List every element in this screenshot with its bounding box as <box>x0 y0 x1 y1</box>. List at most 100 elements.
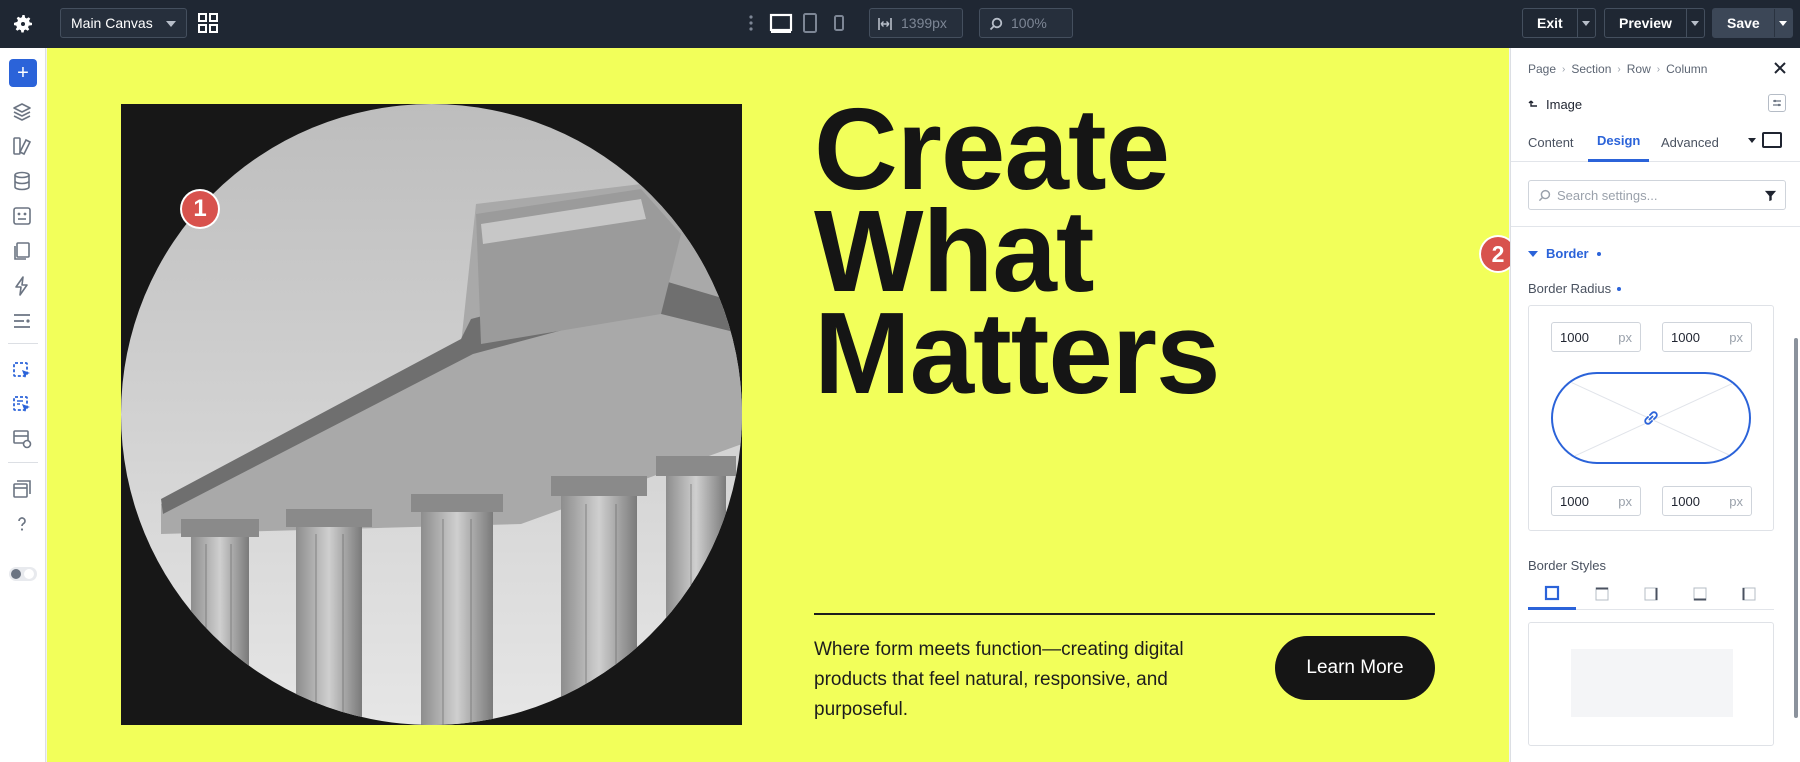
moon-icon <box>24 569 34 579</box>
modified-indicator <box>1596 251 1601 256</box>
chevron-down-icon <box>1691 20 1700 26</box>
help-icon[interactable] <box>11 513 33 535</box>
settings-panel: Page › Section › Row › Column Image Cont… <box>1510 48 1800 762</box>
module-options-icon[interactable] <box>1768 94 1786 112</box>
list-settings-icon[interactable] <box>11 310 33 332</box>
save-menu-toggle[interactable] <box>1773 9 1792 37</box>
link-icon[interactable] <box>1641 408 1661 428</box>
radius-unit: px <box>1729 493 1743 509</box>
gear-icon[interactable] <box>11 12 35 36</box>
database-icon[interactable] <box>11 170 33 192</box>
chevron-down-icon <box>1528 250 1538 257</box>
filter-icon[interactable] <box>1764 189 1777 202</box>
desktop-icon[interactable] <box>769 12 793 34</box>
more-options-icon[interactable] <box>747 12 755 34</box>
theme-toggle[interactable] <box>9 567 37 581</box>
lightning-icon[interactable] <box>11 275 33 297</box>
hero-heading[interactable]: Create What Matters <box>814 84 1434 418</box>
border-radius-label-text: Border Radius <box>1528 281 1612 296</box>
multi-select-icon[interactable] <box>11 394 33 416</box>
border-styles-label: Border Styles <box>1528 558 1607 573</box>
tab-advanced[interactable]: Advanced <box>1661 122 1719 162</box>
border-left-tab[interactable] <box>1725 578 1773 610</box>
border-left-icon <box>1742 587 1756 601</box>
tab-content[interactable]: Content <box>1528 122 1574 162</box>
border-right-icon <box>1644 587 1658 601</box>
border-all-tab[interactable] <box>1528 578 1576 610</box>
design-library-icon[interactable] <box>11 135 33 157</box>
top-toolbar: Main Canvas 1399px 100% Exit Preview Sav… <box>0 0 1800 48</box>
border-section-title: Border <box>1546 246 1589 261</box>
zoom-input[interactable]: 100% <box>979 8 1073 38</box>
search-icon <box>1538 189 1551 202</box>
exit-menu-toggle[interactable] <box>1576 9 1595 37</box>
border-section-toggle[interactable]: Border <box>1528 246 1601 261</box>
portability-icon[interactable] <box>11 478 33 500</box>
radius-bottom-right-input[interactable]: 1000 px <box>1662 486 1752 516</box>
chevron-down-icon[interactable] <box>1748 138 1756 143</box>
section-divider <box>1511 226 1800 227</box>
modified-indicator <box>1617 286 1622 291</box>
learn-more-button[interactable]: Learn More <box>1275 636 1435 700</box>
layers-icon[interactable] <box>11 101 33 123</box>
breadcrumb-item[interactable]: Page <box>1528 62 1556 76</box>
radius-unit: px <box>1618 493 1632 509</box>
sun-icon <box>11 569 21 579</box>
hero-heading-line: Create <box>814 84 1170 214</box>
width-arrows-icon <box>878 18 892 30</box>
sliders-icon <box>1773 99 1781 107</box>
radius-bottom-left-input[interactable]: 1000 px <box>1551 486 1641 516</box>
border-top-tab[interactable] <box>1578 578 1626 610</box>
radius-top-right-input[interactable]: 1000 px <box>1662 322 1752 352</box>
panel-scrollbar[interactable] <box>1794 338 1798 718</box>
panel-tabs: Content Design Advanced <box>1511 122 1800 162</box>
chevron-right-icon: › <box>1656 63 1661 75</box>
canvas-select[interactable]: Main Canvas <box>60 8 187 38</box>
border-styles-tabs <box>1528 578 1774 610</box>
close-icon[interactable] <box>1772 60 1788 76</box>
desktop-view-icon[interactable] <box>1762 132 1782 148</box>
sidebar-divider <box>8 343 38 344</box>
exit-button[interactable]: Exit <box>1522 8 1596 38</box>
search-icon <box>989 17 1003 31</box>
back-arrow-icon[interactable] <box>1528 100 1538 110</box>
breadcrumb-item[interactable]: Column <box>1666 62 1707 76</box>
search-settings-input[interactable]: Search settings... <box>1528 180 1786 210</box>
radius-top-left-input[interactable]: 1000 px <box>1551 322 1641 352</box>
theme-customizer-icon[interactable] <box>11 205 33 227</box>
radius-unit: px <box>1618 329 1632 345</box>
border-bottom-icon <box>1693 587 1707 601</box>
radius-unit: px <box>1729 329 1743 345</box>
add-element-button[interactable]: + <box>9 59 37 87</box>
chevron-down-icon <box>1582 20 1591 26</box>
grid-icon[interactable] <box>197 12 219 34</box>
border-top-icon <box>1595 587 1609 601</box>
chevron-right-icon: › <box>1562 63 1566 75</box>
tab-design[interactable]: Design <box>1588 122 1650 162</box>
breadcrumb-item[interactable]: Section <box>1571 62 1611 76</box>
select-element-icon[interactable] <box>11 360 33 382</box>
border-all-icon <box>1544 585 1560 600</box>
border-radius-control: 1000 px 1000 px 1000 px 1000 px <box>1528 305 1774 531</box>
breadcrumb: Page › Section › Row › Column <box>1528 62 1707 76</box>
pages-icon[interactable] <box>11 240 33 262</box>
radius-value: 1000 <box>1671 493 1700 509</box>
preview-button-label: Preview <box>1619 15 1672 31</box>
tablet-icon[interactable] <box>801 12 819 34</box>
exit-button-label: Exit <box>1537 15 1563 31</box>
preview-button[interactable]: Preview <box>1604 8 1705 38</box>
border-right-tab[interactable] <box>1627 578 1675 610</box>
radius-value: 1000 <box>1560 493 1589 509</box>
breadcrumb-item[interactable]: Row <box>1627 62 1651 76</box>
border-bottom-tab[interactable] <box>1676 578 1724 610</box>
phone-icon[interactable] <box>831 12 847 34</box>
hero-heading-line: Matters <box>814 288 1221 418</box>
step-badge-1: 1 <box>182 191 218 227</box>
chevron-down-icon <box>1779 20 1788 26</box>
save-button[interactable]: Save <box>1712 8 1793 38</box>
presets-icon[interactable] <box>11 428 33 450</box>
canvas-width-input[interactable]: 1399px <box>869 8 963 38</box>
preview-menu-toggle[interactable] <box>1685 9 1704 37</box>
hero-paragraph[interactable]: Where form meets function—creating digit… <box>814 635 1214 725</box>
chevron-right-icon: › <box>1617 63 1621 75</box>
